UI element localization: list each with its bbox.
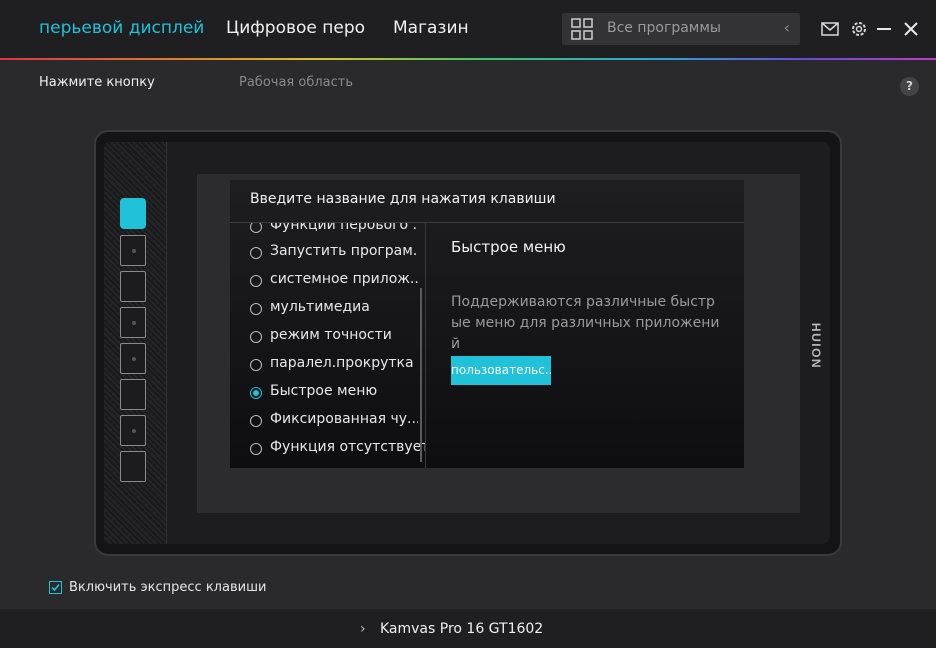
express-keys-label: Включить экспресс клавиши <box>69 580 267 595</box>
dialog-column-divider <box>425 223 426 468</box>
express-key-3[interactable] <box>120 271 146 302</box>
express-key-4[interactable] <box>120 307 146 338</box>
option-label: режим точности <box>270 327 392 343</box>
option-no-function[interactable]: Функция отсутствует <box>248 439 425 461</box>
function-list[interactable]: Функции пероього ... Запустить програм..… <box>230 223 425 468</box>
custom-button[interactable]: пользовательс... <box>451 356 551 385</box>
option-multimedia[interactable]: мультимедиа <box>248 299 418 321</box>
gear-icon[interactable] <box>849 19 869 39</box>
option-fixed-sensitivity[interactable]: Фиксированная чу... <box>248 411 418 433</box>
chevron-right-icon[interactable]: › <box>360 621 366 637</box>
option-launch-program[interactable]: Запустить програм... <box>248 243 418 265</box>
huion-logo-text: HUION <box>809 323 823 369</box>
subtab-press-button[interactable]: Нажмите кнопку <box>39 75 155 90</box>
dialog-title: Введите название для нажатия клавиши <box>250 191 556 207</box>
detail-title: Быстрое меню <box>451 238 566 256</box>
detail-description: Поддерживаются различные быстрые меню дл… <box>451 294 720 352</box>
radio-button[interactable] <box>250 275 262 287</box>
subtab-work-area[interactable]: Рабочая область <box>239 75 353 90</box>
help-icon[interactable]: ? <box>900 77 919 96</box>
grid-icon <box>571 18 593 40</box>
option-label: Функции пероього ... <box>270 223 418 233</box>
express-key-8[interactable] <box>120 451 146 482</box>
key-marker <box>132 357 136 361</box>
list-scrollbar[interactable] <box>420 288 422 462</box>
option-label: мультимедиа <box>270 299 370 315</box>
app-selector[interactable]: Все программы ‹ <box>562 13 800 45</box>
radio-button[interactable] <box>250 247 262 259</box>
radio-button[interactable] <box>250 443 262 455</box>
huion-logo: HUION <box>809 323 823 369</box>
radio-button[interactable] <box>250 415 262 427</box>
radio-button[interactable] <box>250 223 262 233</box>
radio-button[interactable] <box>250 359 262 371</box>
device-name: Kamvas Pro 16 GT1602 <box>380 621 544 637</box>
key-function-dialog: Введите название для нажатия клавиши Фун… <box>230 180 744 468</box>
express-key-1[interactable] <box>120 198 146 229</box>
express-key-2[interactable] <box>120 235 146 266</box>
tab-store[interactable]: Магазин <box>393 18 469 38</box>
option-pen-functions[interactable]: Функции пероього ... <box>248 223 418 239</box>
option-label: Запустить програм... <box>270 243 418 259</box>
express-key-6[interactable] <box>120 379 146 410</box>
app-selector-placeholder: Все программы <box>607 20 721 36</box>
tab-pen-display[interactable]: перьевой дисплей <box>39 18 204 38</box>
option-label: Функция отсутствует <box>270 439 425 455</box>
checkmark-icon <box>51 583 60 592</box>
express-keys-checkbox[interactable] <box>49 581 62 594</box>
tab-digital-pen[interactable]: Цифровое перо <box>226 18 365 38</box>
option-parallel-scroll[interactable]: паралел.прокрутка <box>248 355 418 377</box>
top-bar: перьевой дисплей Цифровое перо Магазин В… <box>0 0 936 58</box>
option-label: системное прилож... <box>270 271 418 287</box>
express-key-5[interactable] <box>120 343 146 374</box>
radio-button[interactable] <box>250 331 262 343</box>
option-label: Фиксированная чу... <box>270 411 418 427</box>
radio-button-selected[interactable] <box>250 387 262 399</box>
mail-icon[interactable] <box>820 19 840 39</box>
express-key-7[interactable] <box>120 415 146 446</box>
accent-divider <box>0 58 936 60</box>
option-system-app[interactable]: системное прилож... <box>248 271 418 293</box>
option-precision-mode[interactable]: режим точности <box>248 327 418 349</box>
minimize-icon[interactable] <box>874 19 894 39</box>
device-footer[interactable]: › Kamvas Pro 16 GT1602 <box>0 609 936 648</box>
chevron-left-icon[interactable]: ‹ <box>784 18 790 37</box>
close-icon[interactable] <box>901 19 921 39</box>
option-label: паралел.прокрутка <box>270 355 414 371</box>
option-label: Быстрое меню <box>270 383 378 399</box>
key-marker <box>132 429 136 433</box>
key-marker <box>132 249 136 253</box>
radio-button[interactable] <box>250 303 262 315</box>
option-quick-menu[interactable]: Быстрое меню <box>248 383 418 405</box>
key-marker <box>132 321 136 325</box>
